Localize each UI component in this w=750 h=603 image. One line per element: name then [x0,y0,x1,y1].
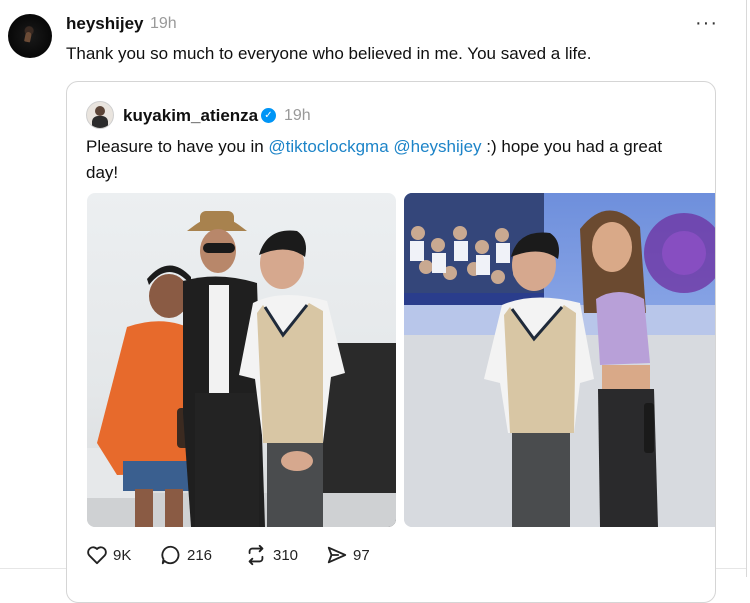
comment-icon [161,545,180,565]
repost-icon [248,544,264,566]
post-text: Thank you so much to everyone who believ… [66,44,592,63]
verified-badge-icon: ✓ [261,108,276,123]
photo-group-backstage[interactable] [87,193,396,527]
photo-studio-stage[interactable] [404,193,715,527]
mention-heyshijey[interactable]: @heyshijey [393,137,481,156]
quoted-post-time: 19h [284,107,311,124]
repost-count: 310 [273,546,299,564]
quoted-post-text: Pleasure to have you in @tiktoclockgma @… [86,134,686,186]
quoted-author-username[interactable]: kuyakim_atienza [123,106,258,126]
like-button[interactable]: 9K [86,543,131,567]
comment-count: 216 [187,546,213,564]
repost-button[interactable]: 310 [244,543,298,567]
quoted-author-avatar[interactable] [86,101,114,129]
share-count: 97 [353,546,370,564]
send-icon [327,546,347,564]
mention-tiktoclockgma[interactable]: @tiktoclockgma [268,137,388,156]
author-username[interactable]: heyshijey [66,14,144,34]
quoted-post[interactable]: kuyakim_atienza ✓ 19h Pleasure to have y… [66,81,716,603]
post-time: 19h [150,15,177,32]
like-count: 9K [113,546,132,564]
author-avatar[interactable] [8,14,52,58]
heart-icon [87,546,107,565]
more-options-icon[interactable]: ··· [695,12,718,35]
quoted-text-part: Pleasure to have you in [86,137,269,156]
comment-button[interactable]: 216 [160,543,212,567]
share-button[interactable]: 97 [326,543,370,567]
right-divider [746,0,747,577]
